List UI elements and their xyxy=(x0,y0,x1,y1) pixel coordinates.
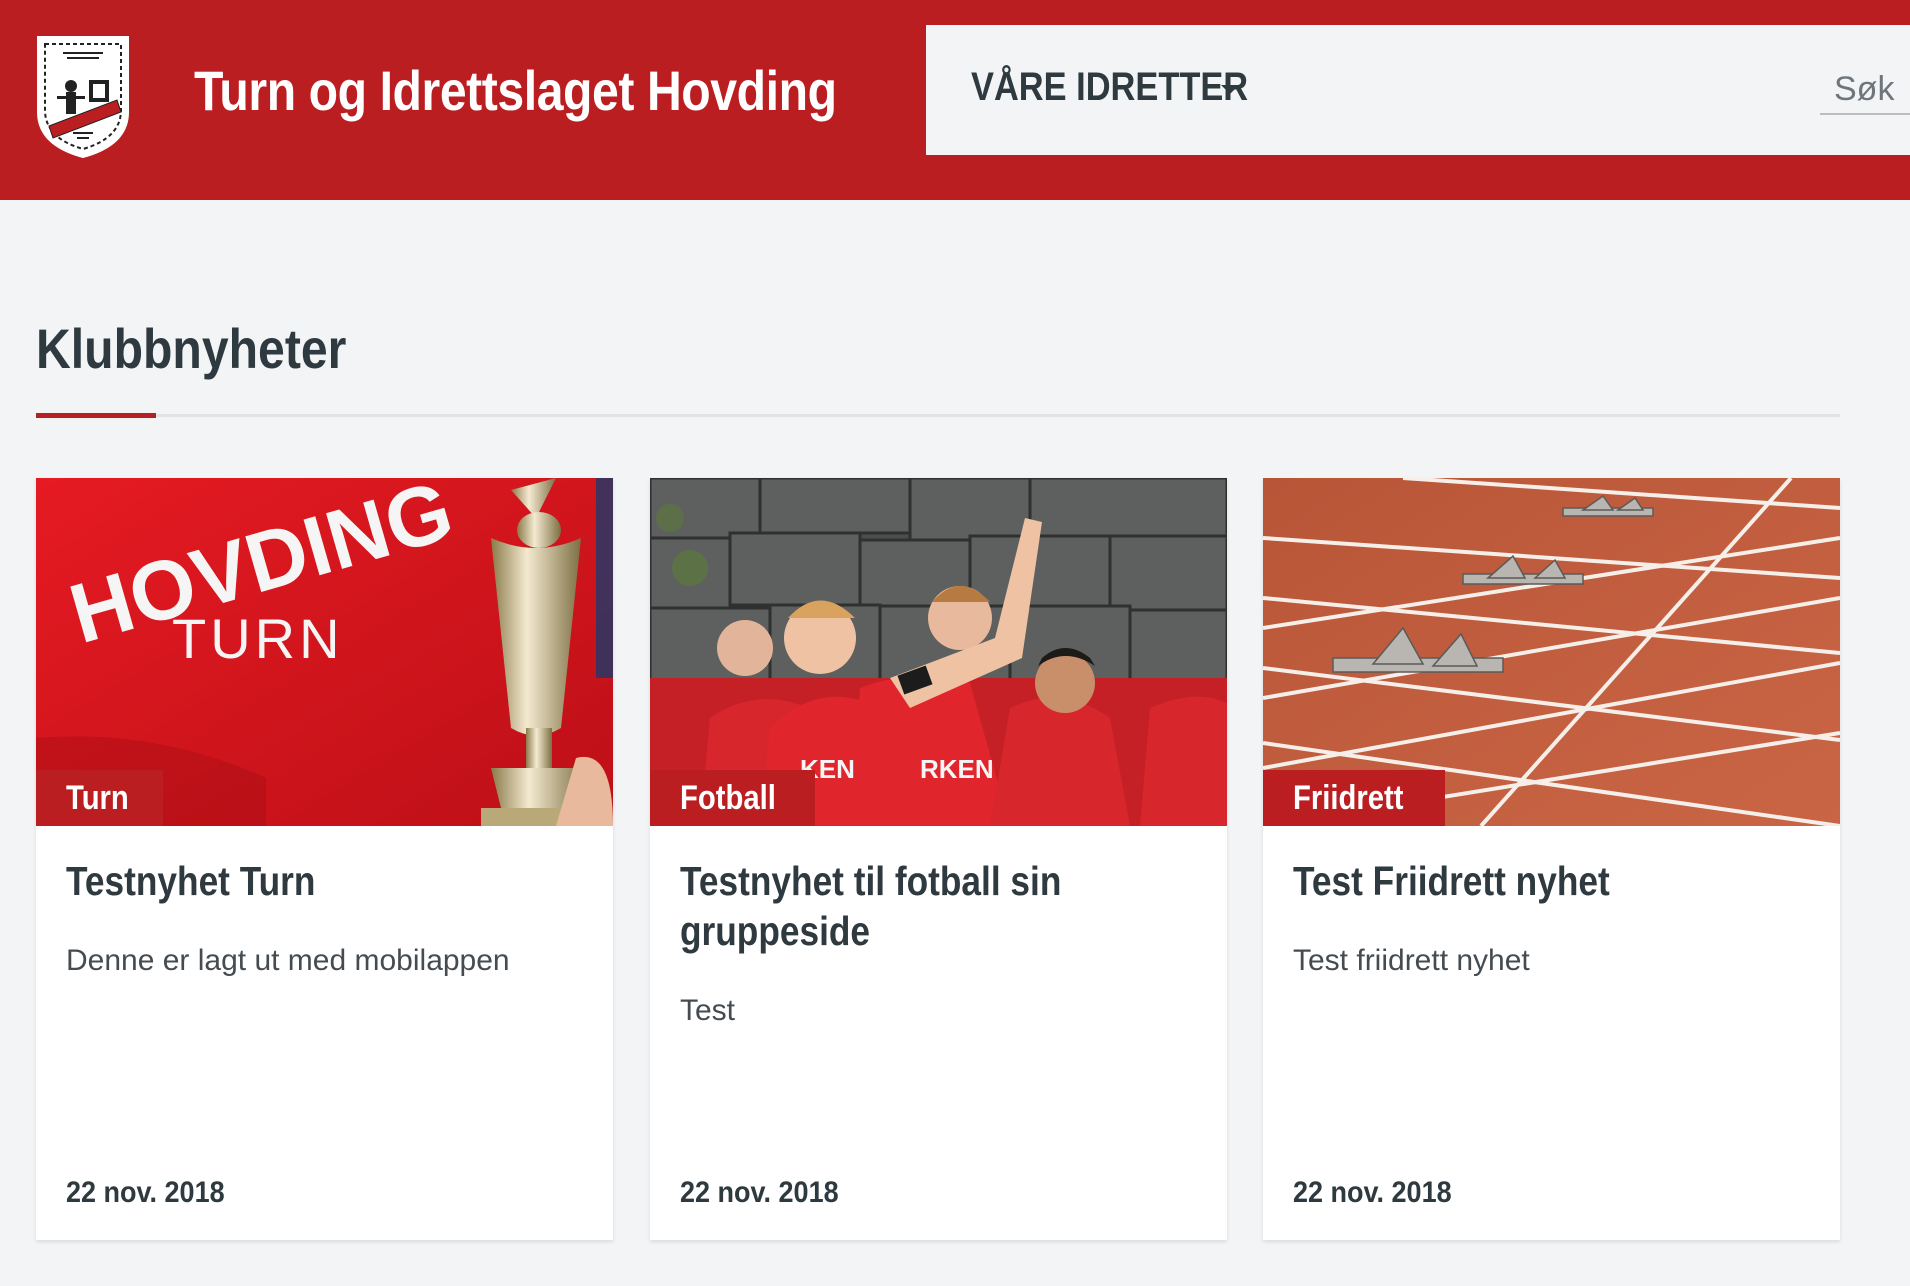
site-title[interactable]: Turn og Idrettslaget Hovding xyxy=(194,56,837,126)
club-crest-icon[interactable] xyxy=(33,28,133,159)
section-divider xyxy=(36,414,1840,417)
card-date: 22 nov. 2018 xyxy=(680,1176,839,1209)
card-excerpt: Denne er lagt ut med mobilappen xyxy=(66,944,510,977)
card-title[interactable]: Testnyhet til fotball sin gruppeside xyxy=(680,856,1162,956)
news-card-fotball[interactable]: RKEN KEN Fotball Testnyhet til fotball s… xyxy=(650,478,1227,1240)
sports-dropdown-label: VÅRE IDRETTER xyxy=(971,65,1249,109)
card-title[interactable]: Test Friidrett nyhet xyxy=(1293,856,1775,906)
sports-dropdown-menu[interactable]: VÅRE IDRETTER xyxy=(971,65,1249,110)
main-nav: VÅRE IDRETTER xyxy=(926,25,1910,155)
card-category-tag[interactable]: Fotball xyxy=(650,770,816,826)
section-divider-accent xyxy=(36,413,156,418)
card-category-tag[interactable]: Friidrett xyxy=(1263,770,1446,826)
section-title: Klubbnyheter xyxy=(36,317,347,380)
news-card-turn[interactable]: HOVDING TURN Turn Testnyhet Turn Denne e… xyxy=(36,478,613,1240)
svg-text:RKEN: RKEN xyxy=(920,754,994,784)
card-excerpt: Test friidrett nyhet xyxy=(1293,944,1530,977)
news-card-friidrett[interactable]: Friidrett Test Friidrett nyhet Test frii… xyxy=(1263,478,1840,1240)
search-input[interactable] xyxy=(1820,65,1910,115)
red-jersey-with-trophy-photo[interactable]: HOVDING TURN Turn xyxy=(36,478,613,826)
card-date: 22 nov. 2018 xyxy=(66,1176,225,1209)
site-header: Turn og Idrettslaget Hovding VÅRE IDRETT… xyxy=(0,0,1910,200)
card-category-tag[interactable]: Turn xyxy=(36,770,164,826)
card-title[interactable]: Testnyhet Turn xyxy=(66,856,548,906)
football-players-celebrating-photo[interactable]: RKEN KEN Fotball xyxy=(650,478,1227,826)
running-track-starting-blocks-photo[interactable]: Friidrett xyxy=(1263,478,1840,826)
card-excerpt: Test xyxy=(680,994,736,1027)
card-date: 22 nov. 2018 xyxy=(1293,1176,1452,1209)
jersey-print-turn: TURN xyxy=(172,607,344,670)
